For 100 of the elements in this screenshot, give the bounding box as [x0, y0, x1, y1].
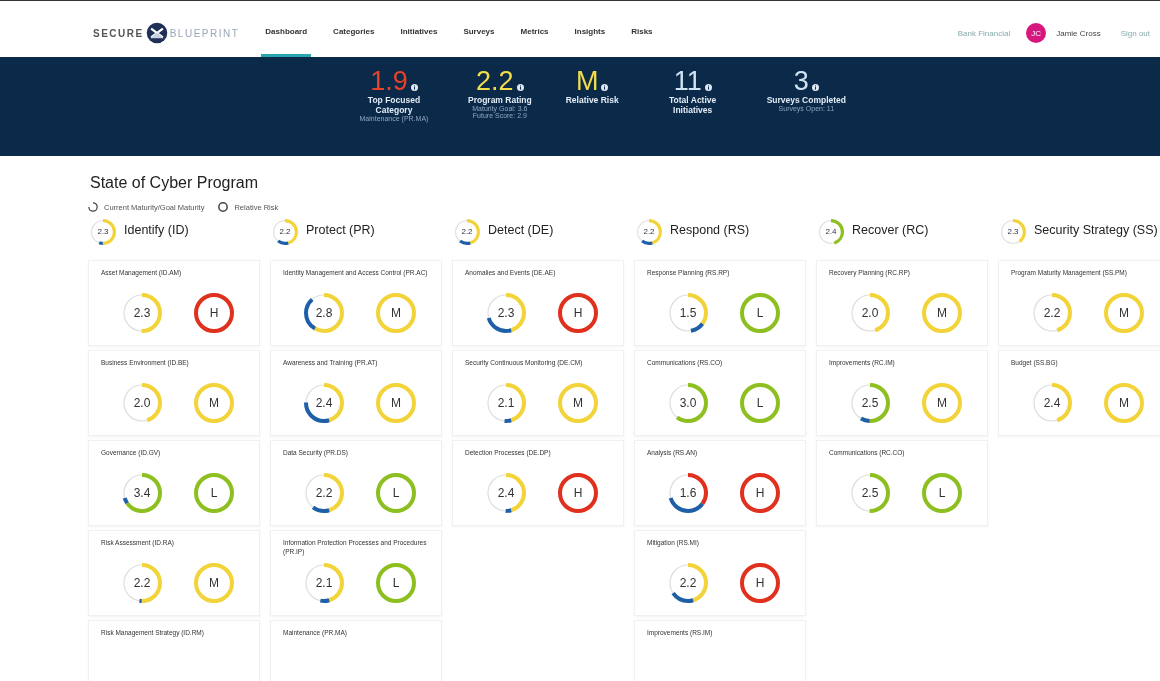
risk-level: L [756, 396, 764, 410]
risk-gauge [919, 470, 965, 516]
risk-gauge [919, 380, 965, 426]
maturity-value: 2.4 [497, 486, 515, 500]
info-icon[interactable] [811, 84, 819, 91]
stat-value: 11 [673, 67, 702, 95]
maturity-value: 3.4 [133, 486, 151, 500]
score-gauge [454, 219, 480, 245]
risk-level: L [392, 576, 400, 590]
risk-level: H [755, 576, 765, 590]
info-icon[interactable] [410, 84, 418, 91]
user-name[interactable]: Jamie Cross [1056, 28, 1101, 38]
risk-level: L [210, 486, 218, 500]
maturity-value: 2.5 [861, 396, 879, 410]
stat-value: 3 [793, 67, 809, 95]
maturity-value: 2.8 [315, 306, 333, 320]
risk-gauge [737, 560, 783, 606]
risk-level: M [937, 396, 947, 410]
maturity-value: 2.4 [1043, 396, 1061, 410]
score-value: 2.2 [279, 228, 291, 236]
function-name: Protect (PR) [306, 222, 375, 239]
ring-icon [218, 202, 229, 212]
risk-gauge [555, 470, 601, 516]
risk-level: H [209, 306, 219, 320]
function-name: Identify (ID) [124, 222, 189, 239]
info-icon[interactable] [704, 84, 712, 91]
score-value: 2.3 [97, 228, 109, 236]
risk-gauge [373, 470, 419, 516]
risk-gauge [191, 380, 237, 426]
risk-gauge [1101, 380, 1147, 426]
risk-level: L [756, 306, 764, 320]
maturity-value: 2.2 [679, 576, 697, 590]
maturity-value: 2.2 [315, 486, 333, 500]
risk-level: H [573, 306, 583, 320]
risk-level: H [755, 486, 765, 500]
risk-gauge [191, 470, 237, 516]
stat-value: 2.2 [476, 67, 514, 95]
stat-label: Relative Risk [565, 95, 619, 105]
risk-gauge [919, 290, 965, 336]
maturity-value: 2.2 [1043, 306, 1061, 320]
risk-level: L [392, 486, 400, 500]
score-gauge [272, 219, 298, 245]
function-name: Detect (DE) [488, 222, 554, 239]
risk-level: M [391, 396, 401, 410]
stat-label: Total Active Initiatives [668, 95, 718, 115]
maturity-value: 1.5 [679, 306, 697, 320]
maturity-value: 2.1 [497, 396, 515, 410]
stat-value: 1.9 [370, 67, 408, 95]
stat-label: Surveys Completed [766, 95, 847, 105]
logo-text: BLUEPRINT [169, 27, 240, 39]
logo-icon [145, 22, 168, 44]
score-value: 2.2 [461, 228, 473, 236]
risk-level: M [937, 306, 947, 320]
function-name: Security Strategy (SS) [1034, 222, 1158, 239]
risk-gauge [555, 380, 601, 426]
nav-tab[interactable]: Initiatives [396, 9, 442, 57]
risk-level: M [1119, 306, 1129, 320]
risk-gauge [191, 290, 237, 336]
function-name: Respond (RS) [670, 222, 750, 239]
risk-level: M [209, 396, 219, 410]
info-icon[interactable] [601, 84, 609, 91]
maturity-value: 2.1 [315, 576, 333, 590]
risk-gauge [737, 380, 783, 426]
maturity-gauge [301, 380, 347, 426]
risk-level: M [391, 306, 401, 320]
risk-level: M [1119, 396, 1129, 410]
risk-gauge [737, 290, 783, 336]
nav-tab[interactable]: Surveys [459, 9, 499, 57]
maturity-value: 1.6 [679, 486, 697, 500]
nav-tab[interactable]: Insights [570, 9, 610, 57]
risk-gauge [373, 380, 419, 426]
function-name: Recover (RC) [852, 222, 929, 239]
info-icon[interactable] [516, 84, 524, 91]
risk-level: H [573, 486, 583, 500]
user-avatar[interactable]: JC [1026, 23, 1047, 43]
risk-level: L [938, 486, 946, 500]
nav-tab[interactable]: Risks [627, 9, 657, 57]
maturity-value: 3.0 [679, 396, 697, 410]
maturity-value: 2.2 [133, 576, 151, 590]
maturity-value: 2.3 [133, 306, 151, 320]
score-value: 2.3 [1007, 228, 1019, 236]
stat-value: M [575, 67, 599, 95]
risk-gauge [1101, 290, 1147, 336]
maturity-value: 2.3 [497, 306, 515, 320]
nav-tab[interactable]: Categories [329, 9, 379, 57]
maturity-value: 2.0 [861, 306, 879, 320]
risk-level: M [573, 396, 583, 410]
risk-gauge [737, 470, 783, 516]
risk-gauge [373, 560, 419, 606]
maturity-value: 2.5 [861, 486, 879, 500]
risk-gauge [555, 290, 601, 336]
risk-gauge [191, 560, 237, 606]
score-value: 2.4 [825, 228, 837, 236]
score-gauge [1000, 219, 1026, 245]
section-title: State of Cyber Program [90, 174, 260, 192]
logo-text: SECURE [93, 27, 144, 39]
maturity-value: 2.0 [133, 396, 151, 410]
nav-tab[interactable]: Metrics [516, 9, 553, 57]
score-gauge [90, 219, 116, 245]
maturity-value: 2.4 [315, 396, 333, 410]
